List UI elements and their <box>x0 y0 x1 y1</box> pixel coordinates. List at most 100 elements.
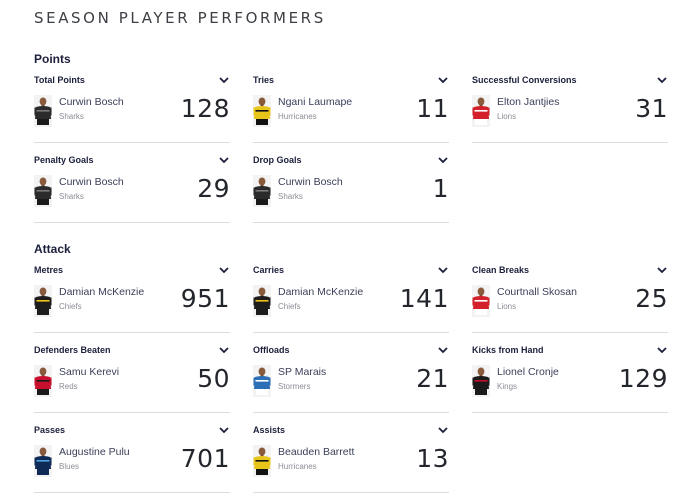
player-photo <box>34 285 52 317</box>
stat-value: 50 <box>197 364 230 393</box>
player-photo <box>34 95 52 127</box>
player-team: Chiefs <box>278 302 301 311</box>
stat-card-passes: Passes Augustine Pulu Blues 701 <box>34 423 230 493</box>
chevron-down-icon[interactable] <box>218 425 230 435</box>
player-name: Damian McKenzie <box>59 286 145 298</box>
stat-value: 11 <box>416 94 449 123</box>
stat-card-title: Metres <box>34 265 64 275</box>
player-name: Curwin Bosch <box>59 96 124 108</box>
player-entry[interactable]: Augustine Pulu Blues 701 <box>34 444 230 477</box>
avatar <box>34 95 52 127</box>
stat-card-title: Assists <box>253 425 286 435</box>
player-team: Sharks <box>278 192 303 201</box>
chevron-down-icon[interactable] <box>656 265 668 275</box>
stat-value: 1 <box>432 174 449 203</box>
player-team: Chiefs <box>59 302 82 311</box>
player-name: Ngani Laumape <box>278 96 353 108</box>
player-name: Augustine Pulu <box>59 446 130 458</box>
player-photo <box>472 285 490 317</box>
stat-card-title: Carries <box>253 265 285 275</box>
avatar <box>253 95 271 127</box>
stat-value: 129 <box>618 364 668 393</box>
player-name: Samu Kerevi <box>59 366 120 378</box>
player-name: Courtnall Skosan <box>497 286 577 298</box>
chevron-down-icon[interactable] <box>437 345 449 355</box>
chevron-down-icon[interactable] <box>218 345 230 355</box>
stat-card-title: Successful Conversions <box>472 75 577 85</box>
stat-value: 31 <box>635 94 668 123</box>
stat-card-title: Tries <box>253 75 275 85</box>
player-photo <box>253 285 271 317</box>
chevron-down-icon[interactable] <box>656 75 668 85</box>
section-title-attack: Attack <box>34 242 71 256</box>
stat-card-title: Defenders Beaten <box>34 345 111 355</box>
stat-card-carries: Carries Damian McKenzie Chiefs 141 <box>253 263 449 333</box>
player-entry[interactable]: Elton Jantjies Lions 31 <box>472 94 668 127</box>
stat-card-total-points: Total Points Curwin Bosch Sharks 128 <box>34 73 230 143</box>
avatar <box>34 285 52 317</box>
stat-card-clean-breaks: Clean Breaks Courtnall Skosan Lions 25 <box>472 263 668 333</box>
chevron-down-icon[interactable] <box>656 345 668 355</box>
player-photo <box>253 175 271 207</box>
stat-card-successful-conversions: Successful Conversions Elton Jantjies Li… <box>472 73 668 143</box>
player-photo <box>253 95 271 127</box>
stat-card-penalty-goals: Penalty Goals Curwin Bosch Sharks 29 <box>34 153 230 223</box>
stat-card-metres: Metres Damian McKenzie Chiefs 951 <box>34 263 230 333</box>
stat-value: 25 <box>635 284 668 313</box>
player-team: Lions <box>497 112 517 121</box>
stat-value: 951 <box>180 284 230 313</box>
player-entry[interactable]: Curwin Bosch Sharks 1 <box>253 174 449 207</box>
avatar <box>472 95 490 127</box>
stat-value: 128 <box>180 94 230 123</box>
stat-card-tries: Tries Ngani Laumape Hurricanes 11 <box>253 73 449 143</box>
player-name: Curwin Bosch <box>59 176 124 188</box>
chevron-down-icon[interactable] <box>218 75 230 85</box>
player-photo <box>472 365 490 397</box>
player-entry[interactable]: Beauden Barrett Hurricanes 13 <box>253 444 449 477</box>
player-entry[interactable]: Curwin Bosch Sharks 128 <box>34 94 230 127</box>
chevron-down-icon[interactable] <box>437 265 449 275</box>
player-team: Reds <box>59 382 78 391</box>
stat-card-title: Penalty Goals <box>34 155 94 165</box>
player-name: Elton Jantjies <box>497 96 560 108</box>
player-team: Sharks <box>59 112 84 121</box>
player-entry[interactable]: Ngani Laumape Hurricanes 11 <box>253 94 449 127</box>
player-photo <box>34 175 52 207</box>
player-entry[interactable]: Samu Kerevi Reds 50 <box>34 364 230 397</box>
avatar <box>34 175 52 207</box>
player-photo <box>253 445 271 477</box>
player-entry[interactable]: Damian McKenzie Chiefs 951 <box>34 284 230 317</box>
player-entry[interactable]: Damian McKenzie Chiefs 141 <box>253 284 449 317</box>
chevron-down-icon[interactable] <box>437 75 449 85</box>
chevron-down-icon[interactable] <box>437 425 449 435</box>
player-name: Lionel Cronje <box>497 366 559 378</box>
stat-value: 701 <box>180 444 230 473</box>
stat-card-defenders-beaten: Defenders Beaten Samu Kerevi Reds 50 <box>34 343 230 413</box>
stat-card-offloads: Offloads SP Marais Stormers 21 <box>253 343 449 413</box>
stat-card-drop-goals: Drop Goals Curwin Bosch Sharks 1 <box>253 153 449 223</box>
stat-card-title: Kicks from Hand <box>472 345 544 355</box>
player-entry[interactable]: SP Marais Stormers 21 <box>253 364 449 397</box>
player-team: Stormers <box>278 382 311 391</box>
stat-value: 141 <box>399 284 449 313</box>
chevron-down-icon[interactable] <box>218 265 230 275</box>
player-team: Kings <box>497 382 518 391</box>
avatar <box>472 285 490 317</box>
player-team: Blues <box>59 462 80 471</box>
stat-value: 13 <box>416 444 449 473</box>
section-title-points: Points <box>34 52 71 66</box>
player-entry[interactable]: Lionel Cronje Kings 129 <box>472 364 668 397</box>
avatar <box>253 175 271 207</box>
player-name: Damian McKenzie <box>278 286 364 298</box>
player-entry[interactable]: Courtnall Skosan Lions 25 <box>472 284 668 317</box>
chevron-down-icon[interactable] <box>218 155 230 165</box>
player-entry[interactable]: Curwin Bosch Sharks 29 <box>34 174 230 207</box>
stat-card-assists: Assists Beauden Barrett Hurricanes 13 <box>253 423 449 493</box>
player-photo <box>253 365 271 397</box>
player-team: Lions <box>497 302 517 311</box>
stat-card-title: Drop Goals <box>253 155 302 165</box>
chevron-down-icon[interactable] <box>437 155 449 165</box>
avatar <box>253 285 271 317</box>
stat-card-title: Passes <box>34 425 66 435</box>
player-team: Sharks <box>59 192 84 201</box>
